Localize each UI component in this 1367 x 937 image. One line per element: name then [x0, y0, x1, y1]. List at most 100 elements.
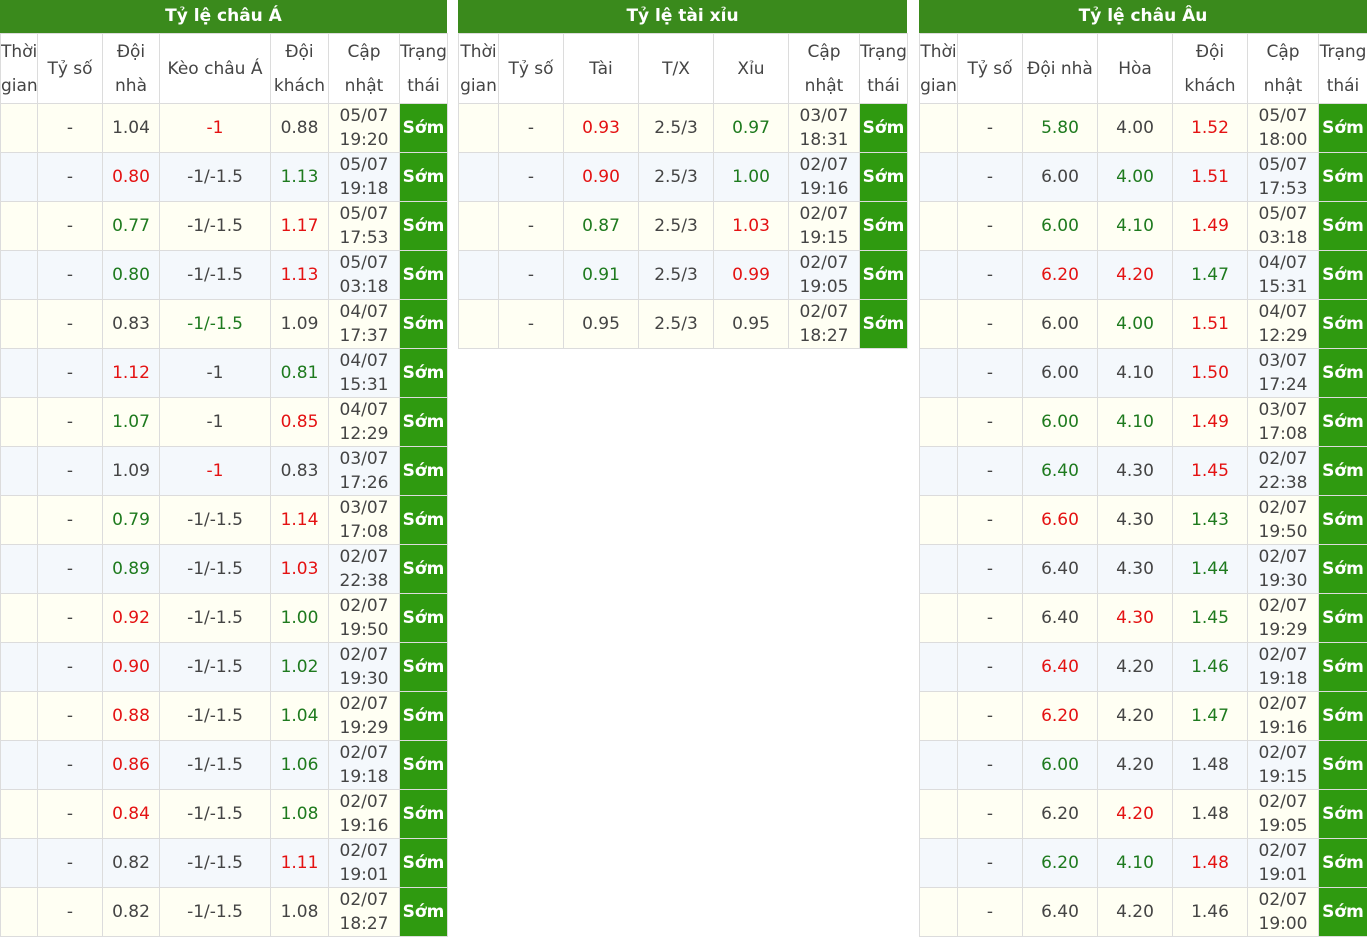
table-row[interactable]: -6.004.001.5104/07 12:29Sớm	[920, 300, 1367, 349]
draw-odds-cell: 4.00	[1098, 153, 1173, 202]
table-row[interactable]: -0.82-1/-1.51.1102/07 19:01Sớm	[1, 839, 448, 888]
draw-odds-cell: 4.10	[1098, 398, 1173, 447]
score-cell: -	[38, 202, 103, 251]
table-row[interactable]: -0.88-1/-1.51.0402/07 19:29Sớm	[1, 692, 448, 741]
table-row[interactable]: -1.12-10.8104/07 15:31Sớm	[1, 349, 448, 398]
away-odds-cell: 1.49	[1173, 202, 1248, 251]
table-row[interactable]: -6.004.101.5003/07 17:24Sớm	[920, 349, 1367, 398]
table-row[interactable]: -1.07-10.8504/07 12:29Sớm	[1, 398, 448, 447]
table-row[interactable]: -6.004.101.4903/07 17:08Sớm	[920, 398, 1367, 447]
score-cell: -	[38, 447, 103, 496]
update-time-cell: 02/07 19:16	[1248, 692, 1319, 741]
handicap-line-cell: -1/-1.5	[160, 153, 271, 202]
table-row[interactable]: -6.204.201.4704/07 15:31Sớm	[920, 251, 1367, 300]
score-cell: -	[958, 104, 1023, 153]
status-badge: Sớm	[860, 251, 908, 300]
home-odds-cell: 6.20	[1023, 790, 1098, 839]
table-row[interactable]: -0.952.5/30.9502/07 18:27Sớm	[459, 300, 908, 349]
home-odds-cell: 0.88	[103, 692, 160, 741]
handicap-line-cell: -1/-1.5	[160, 643, 271, 692]
time-cell	[1, 643, 38, 692]
table-row[interactable]: -6.004.001.5105/07 17:53Sớm	[920, 153, 1367, 202]
table-row[interactable]: -6.204.201.4702/07 19:16Sớm	[920, 692, 1367, 741]
draw-odds-cell: 4.20	[1098, 692, 1173, 741]
table-row[interactable]: -0.90-1/-1.51.0202/07 19:30Sớm	[1, 643, 448, 692]
table-row[interactable]: -0.84-1/-1.51.0802/07 19:16Sớm	[1, 790, 448, 839]
update-time-cell: 05/07 03:18	[329, 251, 400, 300]
table-row[interactable]: -6.604.301.4302/07 19:50Sớm	[920, 496, 1367, 545]
table-row[interactable]: -0.902.5/31.0002/07 19:16Sớm	[459, 153, 908, 202]
score-cell: -	[499, 153, 564, 202]
away-odds-cell: 1.06	[271, 741, 329, 790]
table-row[interactable]: -6.204.201.4802/07 19:05Sớm	[920, 790, 1367, 839]
table-row[interactable]: -6.404.301.4502/07 19:29Sớm	[920, 594, 1367, 643]
col-header-home: Đội nhà	[103, 34, 160, 104]
status-badge: Sớm	[400, 496, 448, 545]
table-row[interactable]: -6.404.201.4602/07 19:18Sớm	[920, 643, 1367, 692]
table-row[interactable]: -0.912.5/30.9902/07 19:05Sớm	[459, 251, 908, 300]
update-time-cell: 02/07 19:00	[1248, 888, 1319, 937]
update-time-cell: 04/07 12:29	[1248, 300, 1319, 349]
update-time-cell: 04/07 17:37	[329, 300, 400, 349]
time-cell	[920, 202, 958, 251]
table-row[interactable]: -0.89-1/-1.51.0302/07 22:38Sớm	[1, 545, 448, 594]
table-row[interactable]: -6.404.201.4602/07 19:00Sớm	[920, 888, 1367, 937]
col-header-update: Cập nhật	[1248, 34, 1319, 104]
table-row[interactable]: -0.872.5/31.0302/07 19:15Sớm	[459, 202, 908, 251]
table-row[interactable]: -0.92-1/-1.51.0002/07 19:50Sớm	[1, 594, 448, 643]
table-row[interactable]: -0.79-1/-1.51.1403/07 17:08Sớm	[1, 496, 448, 545]
table-row[interactable]: -1.09-10.8303/07 17:26Sớm	[1, 447, 448, 496]
update-time-cell: 02/07 19:30	[329, 643, 400, 692]
away-odds-cell: 1.48	[1173, 741, 1248, 790]
home-odds-cell: 0.89	[103, 545, 160, 594]
update-time-cell: 02/07 18:27	[329, 888, 400, 937]
score-cell: -	[958, 251, 1023, 300]
status-badge: Sớm	[400, 790, 448, 839]
score-cell: -	[499, 300, 564, 349]
over-odds-cell: 0.93	[564, 104, 639, 153]
home-odds-cell: 0.79	[103, 496, 160, 545]
table-row[interactable]: -0.80-1/-1.51.1305/07 19:18Sớm	[1, 153, 448, 202]
update-time-cell: 02/07 22:38	[329, 545, 400, 594]
table-row[interactable]: -0.82-1/-1.51.0802/07 18:27Sớm	[1, 888, 448, 937]
update-time-cell: 02/07 19:15	[789, 202, 860, 251]
table-row[interactable]: -6.004.201.4802/07 19:15Sớm	[920, 741, 1367, 790]
status-badge: Sớm	[1319, 202, 1367, 251]
score-cell: -	[38, 594, 103, 643]
update-time-cell: 05/07 19:18	[329, 153, 400, 202]
time-cell	[920, 300, 958, 349]
table-row[interactable]: -1.04-10.8805/07 19:20Sớm	[1, 104, 448, 153]
table-row[interactable]: -6.204.101.4802/07 19:01Sớm	[920, 839, 1367, 888]
table-row[interactable]: -6.404.301.4502/07 22:38Sớm	[920, 447, 1367, 496]
over-odds-cell: 0.87	[564, 202, 639, 251]
away-odds-cell: 1.44	[1173, 545, 1248, 594]
status-badge: Sớm	[1319, 251, 1367, 300]
score-cell: -	[958, 496, 1023, 545]
col-header-time: Thời gian	[920, 34, 958, 104]
table-row[interactable]: -0.77-1/-1.51.1705/07 17:53Sớm	[1, 202, 448, 251]
update-time-cell: 02/07 19:18	[329, 741, 400, 790]
home-odds-cell: 1.04	[103, 104, 160, 153]
home-odds-cell: 6.40	[1023, 447, 1098, 496]
total-line-cell: 2.5/3	[639, 202, 714, 251]
status-badge: Sớm	[1319, 398, 1367, 447]
table-row[interactable]: -5.804.001.5205/07 18:00Sớm	[920, 104, 1367, 153]
total-line-cell: 2.5/3	[639, 153, 714, 202]
home-odds-cell: 1.07	[103, 398, 160, 447]
table-row[interactable]: -0.80-1/-1.51.1305/07 03:18Sớm	[1, 251, 448, 300]
table-row[interactable]: -0.86-1/-1.51.0602/07 19:18Sớm	[1, 741, 448, 790]
col-header-score: Tỷ số	[499, 34, 564, 104]
table-row[interactable]: -0.932.5/30.9703/07 18:31Sớm	[459, 104, 908, 153]
away-odds-cell: 1.08	[271, 790, 329, 839]
status-badge: Sớm	[400, 692, 448, 741]
table-row[interactable]: -6.404.301.4402/07 19:30Sớm	[920, 545, 1367, 594]
away-odds-cell: 1.43	[1173, 496, 1248, 545]
draw-odds-cell: 4.10	[1098, 202, 1173, 251]
home-odds-cell: 0.90	[103, 643, 160, 692]
table-row[interactable]: -0.83-1/-1.51.0904/07 17:37Sớm	[1, 300, 448, 349]
col-header-draw: Hòa	[1098, 34, 1173, 104]
table-row[interactable]: -6.004.101.4905/07 03:18Sớm	[920, 202, 1367, 251]
under-odds-cell: 0.95	[714, 300, 789, 349]
time-cell	[459, 104, 499, 153]
col-header-over: Tài	[564, 34, 639, 104]
